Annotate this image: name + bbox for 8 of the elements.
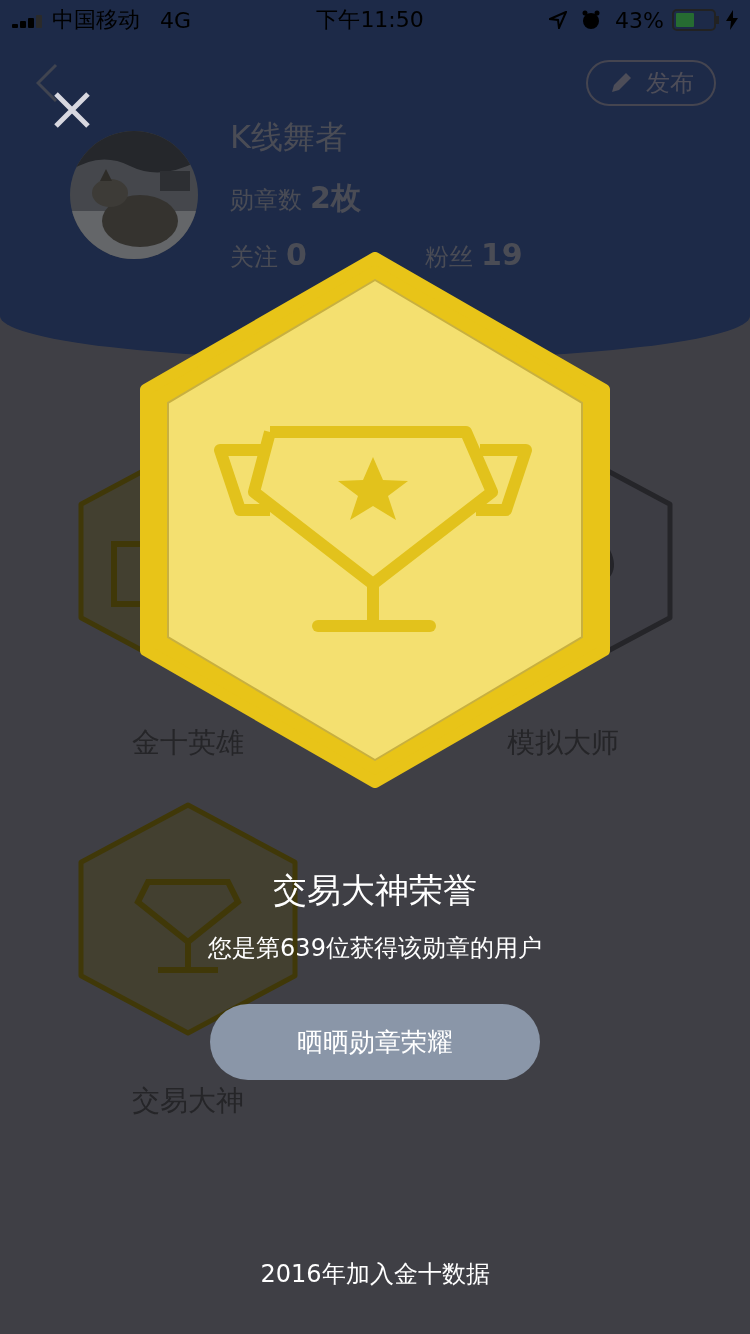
modal-title: 交易大神荣誉 bbox=[273, 869, 477, 912]
carrier-text: 中国移动 bbox=[52, 6, 140, 34]
battery-text: 43% bbox=[615, 7, 664, 33]
modal-subtitle: 您是第639位获得该勋章的用户 bbox=[208, 933, 542, 964]
share-button[interactable]: 晒晒勋章荣耀 bbox=[210, 1004, 540, 1080]
time-text: 下午11:50 bbox=[316, 6, 424, 34]
network-text: 4G bbox=[160, 7, 192, 33]
join-year-text: 2016年加入金十数据 bbox=[260, 1259, 490, 1290]
